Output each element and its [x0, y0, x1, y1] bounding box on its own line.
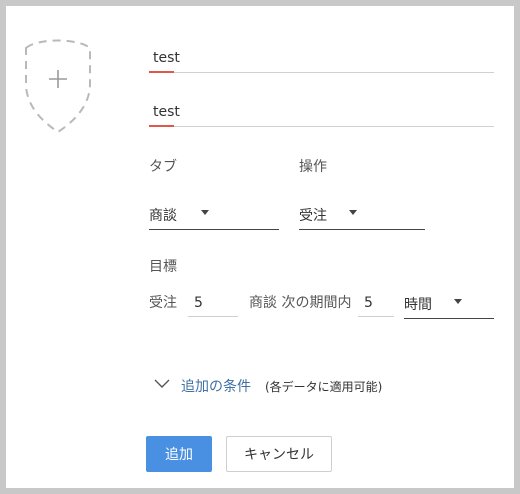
goal-count-value: 5: [194, 295, 203, 311]
additional-conditions-link[interactable]: 追加の条件: [181, 376, 251, 396]
badge-image-upload-icon[interactable]: [18, 36, 98, 136]
operation-select[interactable]: 受注: [299, 197, 425, 230]
tab-label: タブ: [149, 159, 177, 175]
cancel-button[interactable]: キャンセル: [226, 436, 332, 472]
goal-object-label: 商談 次の期間内: [249, 295, 352, 311]
goal-label: 目標: [149, 259, 177, 275]
operation-label: 操作: [299, 159, 327, 175]
chevron-down-icon: [201, 210, 209, 215]
description-field-value: test: [153, 104, 180, 120]
name-field-value: test: [153, 50, 180, 66]
goal-form-panel: test test タブ 操作 商談 受注 目標 受注 5 商談 次の期間内 5…: [6, 6, 514, 488]
period-count-input[interactable]: 5: [358, 290, 394, 317]
goal-count-input[interactable]: 5: [188, 290, 238, 317]
name-field-accent: [149, 71, 174, 73]
chevron-down-icon: [454, 299, 462, 304]
add-button[interactable]: 追加: [146, 436, 212, 472]
additional-conditions-note: (各データに適用可能): [265, 380, 383, 394]
tab-select-value: 商談: [149, 208, 177, 224]
period-unit-value: 時間: [404, 297, 432, 313]
chevron-down-icon: [154, 379, 170, 388]
period-count-value: 5: [364, 295, 373, 311]
tab-select[interactable]: 商談: [149, 197, 279, 230]
description-field-accent: [149, 125, 174, 127]
description-field[interactable]: test: [149, 96, 494, 127]
operation-select-value: 受注: [299, 208, 327, 224]
chevron-down-icon: [349, 210, 357, 215]
period-unit-select[interactable]: 時間: [404, 286, 494, 319]
name-field[interactable]: test: [149, 42, 494, 73]
goal-action-label: 受注: [149, 295, 177, 311]
